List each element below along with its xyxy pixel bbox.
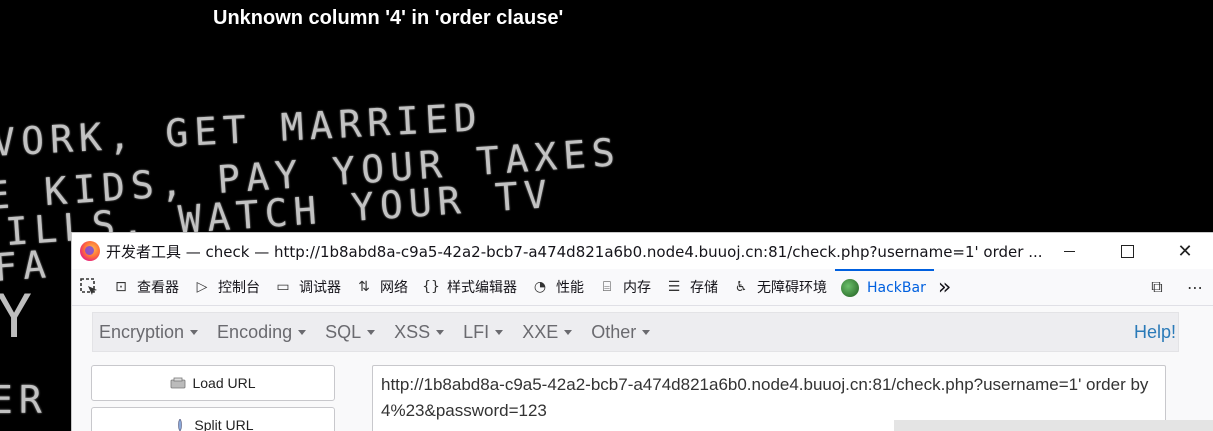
caret-down-icon [298, 329, 307, 335]
caret-down-icon [367, 329, 376, 335]
menu-label: SQL [325, 321, 362, 342]
minimize-icon [1063, 250, 1075, 252]
storage-icon: ☰ [667, 279, 681, 295]
dock-icon: ⧉ [1151, 277, 1163, 296]
tab-memory[interactable]: ⌸ 内存 [592, 269, 659, 305]
tab-label: 查看器 [137, 280, 179, 296]
tab-inspector[interactable]: ⊡ 查看器 [106, 269, 187, 305]
firefox-logo-icon [80, 241, 100, 261]
devtools-window: 开发者工具 — check — http://1b8abd8a-c9a5-42a… [71, 232, 1213, 431]
debugger-icon: ▭ [276, 279, 290, 295]
tab-label: 内存 [623, 280, 651, 296]
tab-label: 网络 [380, 280, 408, 296]
tab-label: 性能 [556, 280, 584, 296]
element-picker-button[interactable] [72, 269, 106, 305]
chevron-double-right-icon: » [937, 274, 952, 300]
page: Unknown column '4' in 'order clause' VOR… [0, 0, 1213, 431]
menu-sql[interactable]: SQL [319, 322, 388, 343]
memory-icon: ⌸ [602, 279, 612, 295]
load-url-button[interactable]: Load URL [91, 365, 335, 401]
menu-label: Encoding [217, 321, 293, 342]
devtools-toolbar: ⊡ 查看器 ▷ 控制台 ▭ 调试器 ⇅ 网络 {} 样式编辑器 ◔ 性能 ⌸ 内… [72, 269, 1213, 306]
help-link[interactable]: Help! [1134, 322, 1178, 343]
caret-down-icon [190, 329, 199, 335]
load-url-icon [171, 377, 186, 389]
tab-storage[interactable]: ☰ 存储 [659, 269, 726, 305]
inspector-icon: ⊡ [115, 279, 127, 295]
status-strip [894, 420, 1213, 431]
caret-down-icon [436, 329, 445, 335]
tab-label: 样式编辑器 [447, 280, 517, 296]
menu-label: XXE [522, 321, 559, 342]
tabs-overflow-button[interactable]: » [934, 269, 959, 305]
load-url-label: Load URL [192, 375, 256, 391]
menu-other[interactable]: Other [585, 322, 663, 343]
split-url-icon [178, 419, 183, 431]
tab-performance[interactable]: ◔ 性能 [525, 269, 592, 305]
console-icon: ▷ [196, 279, 208, 295]
hackbar-icon [841, 279, 859, 297]
caret-down-icon [564, 329, 573, 335]
menu-label: XSS [394, 321, 431, 342]
split-url-button[interactable]: Split URL [91, 407, 335, 431]
tab-console[interactable]: ▷ 控制台 [187, 269, 268, 305]
tab-debugger[interactable]: ▭ 调试器 [268, 269, 349, 305]
split-url-label: Split URL [194, 417, 254, 431]
tab-label: 控制台 [218, 280, 260, 296]
devtools-menu-button[interactable]: ⋯ [1176, 278, 1213, 297]
menu-label: Encryption [99, 321, 185, 342]
menu-xxe[interactable]: XXE [516, 322, 585, 343]
tab-label: 调试器 [299, 280, 341, 296]
background-text-line: ER [0, 378, 48, 422]
caret-down-icon [642, 329, 651, 335]
toolbar-right: ⧉ ⋯ [1138, 269, 1213, 305]
error-message: Unknown column '4' in 'order clause' [213, 7, 564, 29]
dock-toggle-button[interactable]: ⧉ [1138, 277, 1176, 297]
tab-network[interactable]: ⇅ 网络 [349, 269, 416, 305]
close-button[interactable]: ✕ [1156, 233, 1213, 269]
tab-label: 无障碍环境 [757, 280, 827, 296]
maximize-button[interactable] [1098, 233, 1156, 269]
tab-accessibility[interactable]: ♿ 无障碍环境 [726, 269, 835, 305]
menu-label: LFI [463, 321, 490, 342]
element-picker-icon [80, 278, 97, 295]
menu-xss[interactable]: XSS [388, 322, 457, 343]
network-icon: ⇅ [358, 279, 370, 295]
window-title: 开发者工具 — check — http://1b8abd8a-c9a5-42a… [106, 242, 1043, 261]
performance-icon: ◔ [533, 279, 547, 295]
minimize-button[interactable] [1040, 233, 1098, 269]
tab-label: HackBar [867, 280, 926, 296]
title-bar: 开发者工具 — check — http://1b8abd8a-c9a5-42a… [72, 233, 1213, 269]
hackbar-panel: Encryption Encoding SQL XSS LFI XXE Othe… [72, 307, 1213, 431]
style-editor-icon: {} [422, 279, 440, 295]
caret-down-icon [495, 329, 504, 335]
maximize-icon [1120, 244, 1134, 258]
accessibility-icon: ♿ [734, 279, 748, 295]
menu-lfi[interactable]: LFI [457, 322, 516, 343]
menu-encryption[interactable]: Encryption [93, 322, 211, 343]
background-text-line: Y [0, 282, 33, 352]
tab-hackbar[interactable]: HackBar [835, 269, 934, 305]
more-options-icon: ⋯ [1187, 277, 1203, 297]
menu-label: Other [591, 321, 637, 342]
menu-encoding[interactable]: Encoding [211, 322, 319, 343]
close-icon: ✕ [1177, 240, 1193, 262]
tab-label: 存储 [690, 280, 718, 296]
hackbar-menu: Encryption Encoding SQL XSS LFI XXE Othe… [92, 312, 1179, 352]
tab-style-editor[interactable]: {} 样式编辑器 [416, 269, 525, 305]
